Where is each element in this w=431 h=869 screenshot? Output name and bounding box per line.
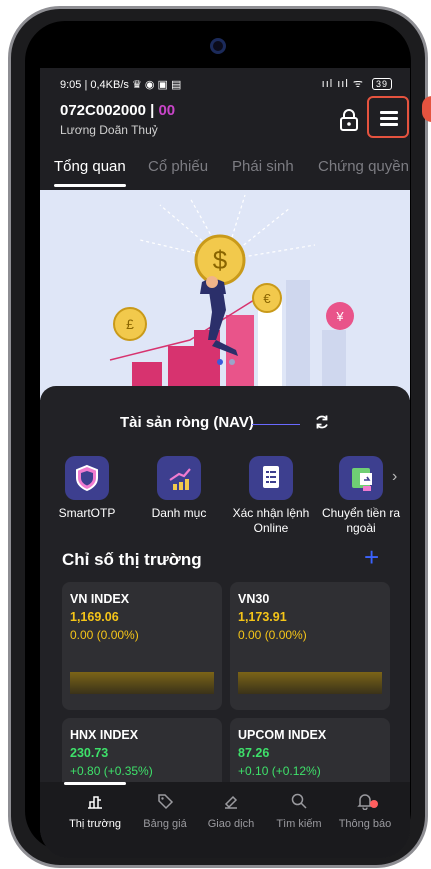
index-sparkline: [70, 672, 214, 694]
bottom-nav-label: Thị trường: [69, 818, 121, 830]
bottom-nav-label: Thông báo: [338, 818, 392, 830]
bell-icon: [330, 792, 400, 818]
banner-illustration: £ € ¥ $: [109, 194, 354, 400]
index-name: VN INDEX: [70, 592, 130, 606]
chart-icon: [157, 456, 201, 500]
account-holder-name: Lương Doãn Thuỷ: [60, 123, 158, 137]
index-value: 87.26: [238, 746, 270, 760]
bottom-nav-label: Giao dịch: [207, 818, 255, 830]
lock-icon[interactable]: [338, 108, 360, 132]
add-icon[interactable]: +: [364, 542, 379, 573]
quick-action-label: Xác nhận lệnh Online: [232, 506, 310, 535]
quick-action-label: SmartOTP: [58, 506, 116, 520]
trade-icon: [196, 792, 266, 818]
index-name: HNX INDEX: [70, 728, 139, 742]
front-camera: [210, 38, 226, 54]
bottom-nav-label: Tìm kiếm: [276, 818, 322, 830]
status-icons: ııl ııl ᯤ 39: [322, 76, 392, 91]
quick-action-smartotp[interactable]: SmartOTP: [44, 456, 130, 521]
menu-icon: [380, 111, 398, 114]
bottom-nav-search[interactable]: Tìm kiếm: [264, 792, 334, 830]
shield-icon: [65, 456, 109, 500]
tab-overview[interactable]: Tổng quan: [54, 158, 126, 175]
status-time: 9:05 | 0,4KB/s ♛ ◉ ▣ ▤: [60, 78, 181, 91]
index-value: 230.73: [70, 746, 109, 760]
tab-indicator: [54, 184, 126, 187]
app-screen: 9:05 | 0,4KB/s ♛ ◉ ▣ ▤ ııl ııl ᯤ 39 072C…: [40, 68, 410, 858]
market-icon: [60, 792, 130, 818]
chevron-right-icon[interactable]: ›: [392, 468, 397, 486]
svg-text:€: €: [263, 291, 271, 306]
battery-icon: 39: [371, 78, 392, 90]
account-header[interactable]: 072C002000 | 00 Lương Doãn Thuỷ: [60, 102, 175, 137]
quick-action-label: Chuyển tiền ra ngoài: [321, 506, 401, 535]
tab-derivatives[interactable]: Phái sinh: [232, 158, 294, 175]
hamburger-menu-button[interactable]: [367, 96, 409, 138]
tag-icon: [130, 792, 200, 818]
menu-icon-bar: [380, 123, 398, 126]
transfer-icon: [339, 456, 383, 500]
signal-wifi-icon: ııl ııl ᯤ: [321, 78, 364, 90]
index-value: 1,169.06: [70, 610, 119, 624]
main-tabs: Tổng quan Cổ phiếu Phái sinh Chứng quyền: [40, 152, 410, 188]
index-name: UPCOM INDEX: [238, 728, 327, 742]
index-card-vn30[interactable]: VN30 1,173.91 0.00 (0.00%): [230, 582, 390, 710]
search-icon: [264, 792, 334, 818]
account-number: 072C002000 | 00: [60, 102, 175, 119]
bottom-nav-label: Bảng giá: [143, 818, 187, 830]
bottom-nav-market[interactable]: Thị trường: [60, 792, 130, 830]
index-name: VN30: [238, 592, 270, 606]
index-value: 1,173.91: [238, 610, 287, 624]
account-separator: |: [145, 102, 159, 119]
bottom-nav-notifications[interactable]: Thông báo: [330, 792, 400, 830]
index-sparkline: [238, 672, 382, 694]
svg-text:¥: ¥: [335, 309, 344, 324]
svg-text:£: £: [126, 316, 134, 332]
svg-text:$: $: [213, 245, 228, 275]
index-change: 0.00 (0.00%): [70, 628, 139, 642]
bottom-nav-trade[interactable]: Giao dịch: [196, 792, 266, 830]
notification-badge: [370, 800, 378, 808]
tab-warrants[interactable]: Chứng quyền: [318, 158, 409, 175]
index-change: +0.80 (+0.35%): [70, 764, 153, 778]
quick-action-order-confirm[interactable]: Xác nhận lệnh Online: [228, 456, 314, 536]
sub-account: 00: [158, 102, 176, 119]
index-change: 0.00 (0.00%): [238, 628, 307, 642]
index-card-vnindex[interactable]: VN INDEX 1,169.06 0.00 (0.00%): [62, 582, 222, 710]
promo-banner[interactable]: £ € ¥ $: [40, 190, 410, 400]
bottom-nav-price-board[interactable]: Bảng giá: [130, 792, 200, 830]
quick-action-portfolio[interactable]: Danh mục: [136, 456, 222, 521]
status-time-text: 9:05 | 0,4KB/s: [60, 79, 129, 91]
nav-masked-line: [252, 424, 300, 425]
quick-action-label: Danh mục: [151, 506, 207, 520]
notification-icons: ♛ ◉ ▣ ▤: [131, 79, 182, 91]
bottom-nav-indicator: [64, 782, 126, 785]
document-icon: [249, 456, 293, 500]
account-id: 072C002000: [60, 102, 146, 119]
menu-icon-bar: [380, 117, 398, 120]
status-bar: 9:05 | 0,4KB/s ♛ ◉ ▣ ▤ ııl ııl ᯤ 39: [40, 74, 410, 94]
tab-stocks[interactable]: Cổ phiếu: [148, 158, 208, 175]
bottom-navigation: Thị trường Bảng giá Giao dịch Tìm kiếm T…: [40, 782, 410, 858]
annotation-marker: [422, 96, 431, 122]
index-change: +0.10 (+0.12%): [238, 764, 321, 778]
nav-label: Tài sản ròng (NAV): [120, 414, 254, 431]
market-section-title: Chỉ số thị trường: [62, 550, 202, 569]
nav-summary: Tài sản ròng (NAV): [120, 414, 350, 438]
refresh-icon[interactable]: [314, 414, 330, 435]
